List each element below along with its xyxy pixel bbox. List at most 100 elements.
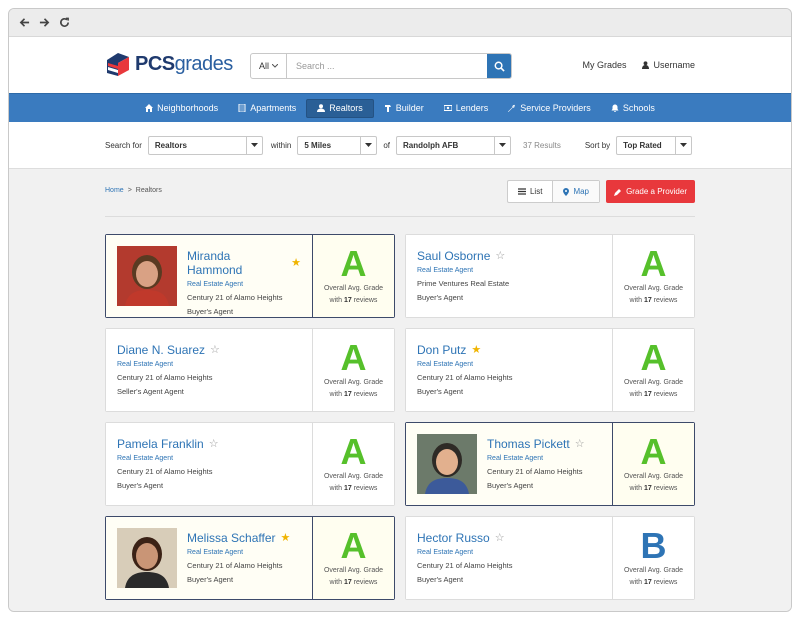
nav-item-label: Neighborhoods	[157, 103, 219, 113]
search-button[interactable]	[487, 54, 511, 78]
breadcrumb-home[interactable]: Home	[105, 187, 124, 194]
toolbar-row: Home > Realtors List Map Grade a Provide…	[105, 169, 695, 217]
forward-arrow-icon[interactable]	[39, 17, 50, 28]
list-icon	[517, 188, 526, 195]
star-outline-icon[interactable]: ☆	[495, 532, 505, 544]
nav-item-neighborhoods[interactable]: Neighborhoods	[135, 99, 228, 118]
search-input[interactable]	[287, 54, 487, 78]
provider-name[interactable]: Don Putz	[417, 343, 466, 357]
name-row: Miranda Hammond ★	[187, 249, 301, 277]
review-count: with 17 reviews	[630, 389, 678, 400]
provider-name[interactable]: Melissa Schaffer	[187, 531, 275, 545]
grade-provider-label: Grade a Provider	[626, 187, 687, 196]
user-menu[interactable]: Username	[642, 60, 695, 70]
sort-select[interactable]: Top Rated	[616, 135, 693, 155]
refresh-icon[interactable]	[59, 17, 70, 28]
grade-box: A Overall Avg. Grade with 17 reviews	[312, 423, 394, 505]
logo-text-light: grades	[174, 52, 234, 75]
reviews-prefix: with	[329, 485, 342, 492]
star-filled-icon[interactable]: ★	[291, 257, 301, 269]
breadcrumb-current: Realtors	[135, 187, 162, 194]
provider-agent-type: Buyer's Agent	[417, 387, 464, 396]
my-grades-link[interactable]: My Grades	[582, 60, 626, 70]
header-links: My Grades Username	[582, 60, 695, 70]
star-outline-icon[interactable]: ☆	[209, 438, 219, 450]
name-row: Pamela Franklin ☆	[117, 437, 219, 451]
grade-box: A Overall Avg. Grade with 17 reviews	[312, 517, 394, 599]
provider-name[interactable]: Miranda Hammond	[187, 249, 286, 277]
provider-role: Real Estate Agent	[187, 281, 244, 288]
search-category-dropdown[interactable]: All	[251, 54, 287, 78]
money-icon	[443, 105, 452, 111]
provider-card[interactable]: Pamela Franklin ☆ Real Estate Agent Century…	[105, 422, 395, 506]
nav-item-service-providers[interactable]: Service Providers	[498, 99, 601, 118]
sort-value: Top Rated	[623, 140, 662, 150]
reviews-number: 17	[343, 485, 352, 492]
site-logo[interactable]: PCSgrades	[105, 51, 233, 77]
grade-box: A Overall Avg. Grade with 17 reviews	[312, 329, 394, 411]
sort-by-label: Sort by	[584, 140, 611, 150]
provider-info: Pamela Franklin ☆ Real Estate Agent Century…	[106, 423, 312, 505]
provider-card[interactable]: Don Putz ★ Real Estate Agent Century 21 of …	[405, 328, 695, 412]
provider-role: Real Estate Agent	[117, 455, 174, 462]
browser-toolbar	[9, 9, 791, 37]
star-outline-icon[interactable]: ☆	[210, 344, 220, 356]
building-icon	[238, 104, 246, 112]
grade-box: B Overall Avg. Grade with 17 reviews	[612, 517, 694, 599]
grade-provider-button[interactable]: Grade a Provider	[606, 180, 695, 203]
provider-company: Prime Ventures Real Estate	[417, 279, 510, 288]
provider-info: Hector Russo ☆ Real Estate Agent Century 21…	[406, 517, 612, 599]
name-row: Saul Osborne ☆	[417, 249, 509, 263]
star-filled-icon[interactable]: ★	[471, 344, 481, 356]
caret-down-icon	[494, 136, 510, 154]
provider-name[interactable]: Pamela Franklin	[117, 437, 204, 451]
star-outline-icon[interactable]: ☆	[495, 250, 505, 262]
provider-name[interactable]: Saul Osborne	[417, 249, 490, 263]
provider-card[interactable]: Thomas Pickett ☆ Real Estate Agent Century …	[405, 422, 695, 506]
reviews-prefix: with	[629, 579, 642, 586]
star-outline-icon[interactable]: ☆	[575, 438, 585, 450]
search-category-label: All	[258, 61, 269, 71]
provider-card[interactable]: Melissa Schaffer ★ Real Estate Agent Centur…	[105, 516, 395, 600]
caret-down-icon	[360, 136, 376, 154]
provider-card[interactable]: Diane N. Suarez ☆ Real Estate Agent Century…	[105, 328, 395, 412]
main-content: Home > Realtors List Map Grade a Provide…	[9, 169, 791, 600]
reviews-number: 17	[343, 579, 352, 586]
reviews-prefix: with	[329, 297, 342, 304]
nav-item-schools[interactable]: Schools	[601, 99, 665, 118]
provider-card[interactable]: Miranda Hammond ★ Real Estate Agent Century…	[105, 234, 395, 318]
chevron-down-icon	[272, 64, 278, 68]
grade-letter: B	[640, 525, 667, 566]
reviews-prefix: with	[629, 297, 642, 304]
nav-item-realtors[interactable]: Realtors	[306, 98, 374, 118]
search-icon	[494, 61, 505, 72]
provider-role: Real Estate Agent	[117, 361, 174, 368]
breadcrumb: Home > Realtors	[105, 187, 162, 194]
map-marker-icon	[563, 187, 570, 196]
avatar	[417, 434, 477, 494]
provider-name[interactable]: Hector Russo	[417, 531, 490, 545]
location-select[interactable]: Randolph AFB	[396, 135, 512, 155]
provider-info: Miranda Hammond ★ Real Estate Agent Century…	[106, 235, 312, 317]
grade-letter: A	[340, 431, 367, 472]
list-view-button[interactable]: List	[508, 181, 552, 202]
bell-icon	[611, 104, 619, 112]
nav-item-lenders[interactable]: Lenders	[434, 99, 499, 118]
map-view-button[interactable]: Map	[552, 181, 599, 202]
search-for-select[interactable]: Realtors	[147, 135, 263, 155]
provider-name[interactable]: Diane N. Suarez	[117, 343, 205, 357]
provider-info: Saul Osborne ☆ Real Estate Agent Prime Vent…	[406, 235, 612, 317]
provider-name[interactable]: Thomas Pickett	[487, 437, 570, 451]
back-arrow-icon[interactable]	[19, 17, 30, 28]
nav-item-builder[interactable]: Builder	[374, 99, 434, 118]
house-logo-icon	[107, 53, 129, 76]
provider-card[interactable]: Hector Russo ☆ Real Estate Agent Century 21…	[405, 516, 695, 600]
star-filled-icon[interactable]: ★	[280, 532, 290, 544]
reviews-suffix: reviews	[353, 485, 378, 492]
name-row: Hector Russo ☆	[417, 531, 512, 545]
nav-item-apartments[interactable]: Apartments	[228, 99, 306, 118]
within-select[interactable]: 5 Miles	[297, 135, 378, 155]
provider-card[interactable]: Saul Osborne ☆ Real Estate Agent Prime Vent…	[405, 234, 695, 318]
review-count: with 17 reviews	[330, 295, 378, 306]
grade-label: Overall Avg. Grade	[323, 567, 383, 574]
